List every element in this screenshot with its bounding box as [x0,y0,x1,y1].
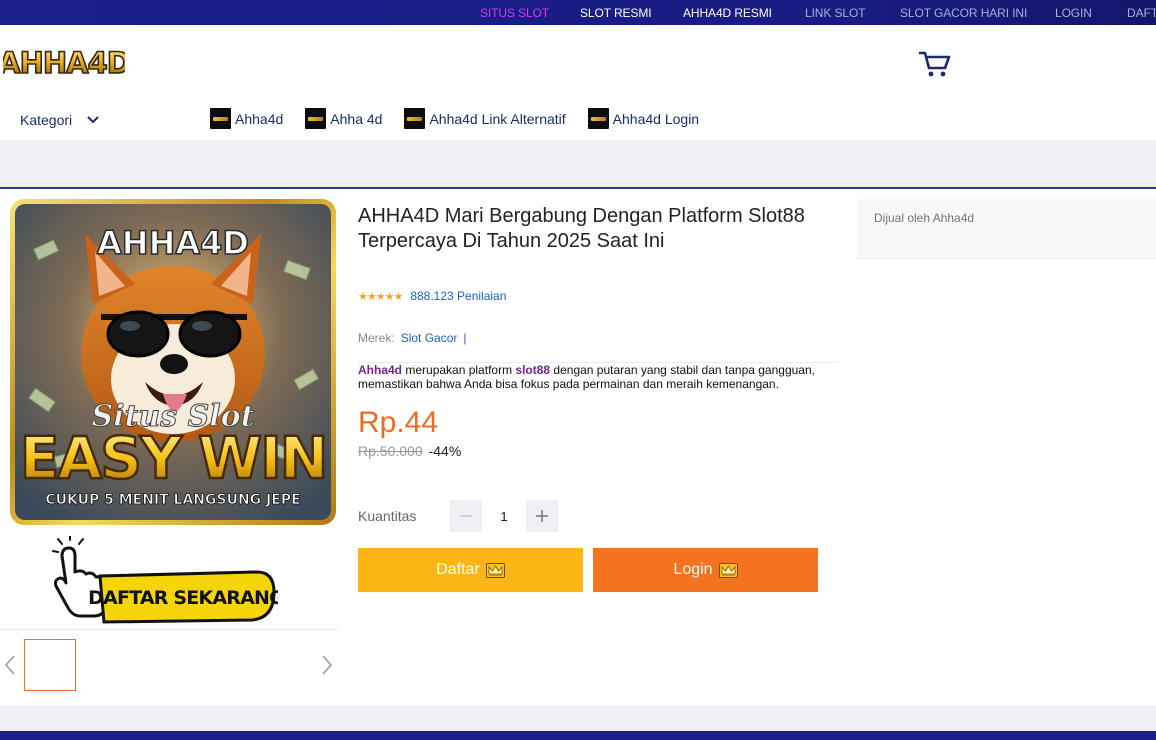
product-description: Ahha4d merupakan platform slot88 dengan … [358,363,838,391]
footer-band [0,706,1156,732]
description-keyword: slot88 [515,363,551,377]
top-nav-links: SITUS SLOT [480,0,549,25]
current-price: Rp.44 [358,406,439,439]
chevron-right-icon[interactable] [320,654,334,676]
topnav-link-slot[interactable]: LINK SLOT [805,6,866,20]
topnav-group-6: LOGIN [1055,0,1092,25]
daftar-button[interactable]: Daftar [358,548,583,592]
topnav-slot-resmi[interactable]: SLOT RESMI [580,6,652,20]
category-link-ahha4d[interactable]: Ahha4d [210,108,283,129]
category-thumb-icon [404,108,426,129]
category-links: Ahha4d Ahha 4d Ahha4d Link Alternatif Ah… [210,108,699,129]
price-original-row: Rp.50.000 -44% [358,443,461,459]
gray-band [0,140,1156,188]
rating-row: ★★★★★ 888.123 Penilaian [358,289,506,303]
logo-text: AHHA4D [3,46,125,80]
crown-icon [718,562,738,578]
topnav-group-3: AHHA4D RESMI [683,0,772,25]
topnav-daftar[interactable]: DAFT [1127,6,1156,20]
topnav-situs-slot[interactable]: SITUS SLOT [480,6,549,20]
login-button-label: Login [673,561,713,578]
minus-icon [460,515,472,517]
topnav-login[interactable]: LOGIN [1055,6,1092,20]
crown-icon [485,562,505,578]
divider [0,187,1156,189]
quantity-decrease-button[interactable] [450,500,482,532]
seller-panel: Dijual oleh Ahha4d [857,199,1156,259]
brand-separator: | [463,331,467,345]
login-button[interactable]: Login [593,548,818,592]
image-brand-text: AHHA4D [97,224,249,262]
seller-text: Dijual oleh Ahha4d [874,211,975,225]
image-subline: CUKUP 5 MENIT LANGSUNG JEPE [45,492,300,508]
topnav-slot-gacor-hari-ini[interactable]: SLOT GACOR HARI INI [900,6,1027,20]
divider [0,629,338,630]
brand-label: Merek: [358,331,395,345]
star-rating-icon: ★★★★★ [358,290,403,303]
category-link-alternatif[interactable]: Ahha4d Link Alternatif [404,108,566,129]
original-price: Rp.50.000 [358,443,423,459]
chevron-down-icon [87,116,99,124]
daftar-button-label: Daftar [436,561,480,578]
category-link-label: Ahha4d [235,110,284,127]
category-thumb-icon [305,108,327,129]
category-link-label: Ahha4d Link Alternatif [429,110,566,127]
product-image[interactable]: AHHA4D Situs Slot EASY WIN CUKUP 5 MENIT… [10,199,336,525]
image-headline: EASY WIN [20,424,327,492]
topnav-group-5: SLOT GACOR HARI INI [900,0,1027,25]
category-link-label: Ahha4d Login [612,110,700,127]
description-brand: Ahha4d [358,363,403,377]
cart-icon[interactable] [918,49,952,79]
site-logo[interactable]: AHHA4D [0,44,132,81]
topnav-ahha4d-resmi[interactable]: AHHA4D RESMI [683,6,772,20]
kategori-label: Kategori [20,112,73,128]
chevron-left-icon[interactable] [3,654,17,676]
category-thumb-icon [587,108,609,129]
topnav-group-2: SLOT RESMI [580,0,652,25]
discount-badge: -44% [428,443,462,459]
footer-bar [0,731,1156,740]
banner-text: DAFTAR SEKARANG [88,587,278,609]
brand-row: Merek: Slot Gacor | [358,331,467,345]
topnav-group-7: DAFT [1127,0,1156,25]
category-link-ahha-4d[interactable]: Ahha 4d [305,108,382,129]
description-text: merupakan platform [402,363,516,377]
category-link-label: Ahha 4d [330,110,383,127]
review-count-link[interactable]: 888.123 Penilaian [410,289,506,303]
daftar-sekarang-banner[interactable]: DAFTAR SEKARANG [52,535,285,628]
quantity-increase-button[interactable] [526,500,558,532]
product-title: AHHA4D Mari Bergabung Dengan Platform Sl… [358,205,805,252]
quantity-input[interactable] [484,500,524,532]
category-thumb-icon [210,108,231,129]
thumbnail[interactable] [24,639,76,691]
kategori-dropdown[interactable]: Kategori [20,112,100,128]
topnav-group-4: LINK SLOT [805,0,866,25]
category-link-login[interactable]: Ahha4d Login [587,108,700,129]
plus-icon [536,510,548,522]
quantity-label: Kuantitas [358,508,417,524]
brand-link[interactable]: Slot Gacor [401,331,458,345]
